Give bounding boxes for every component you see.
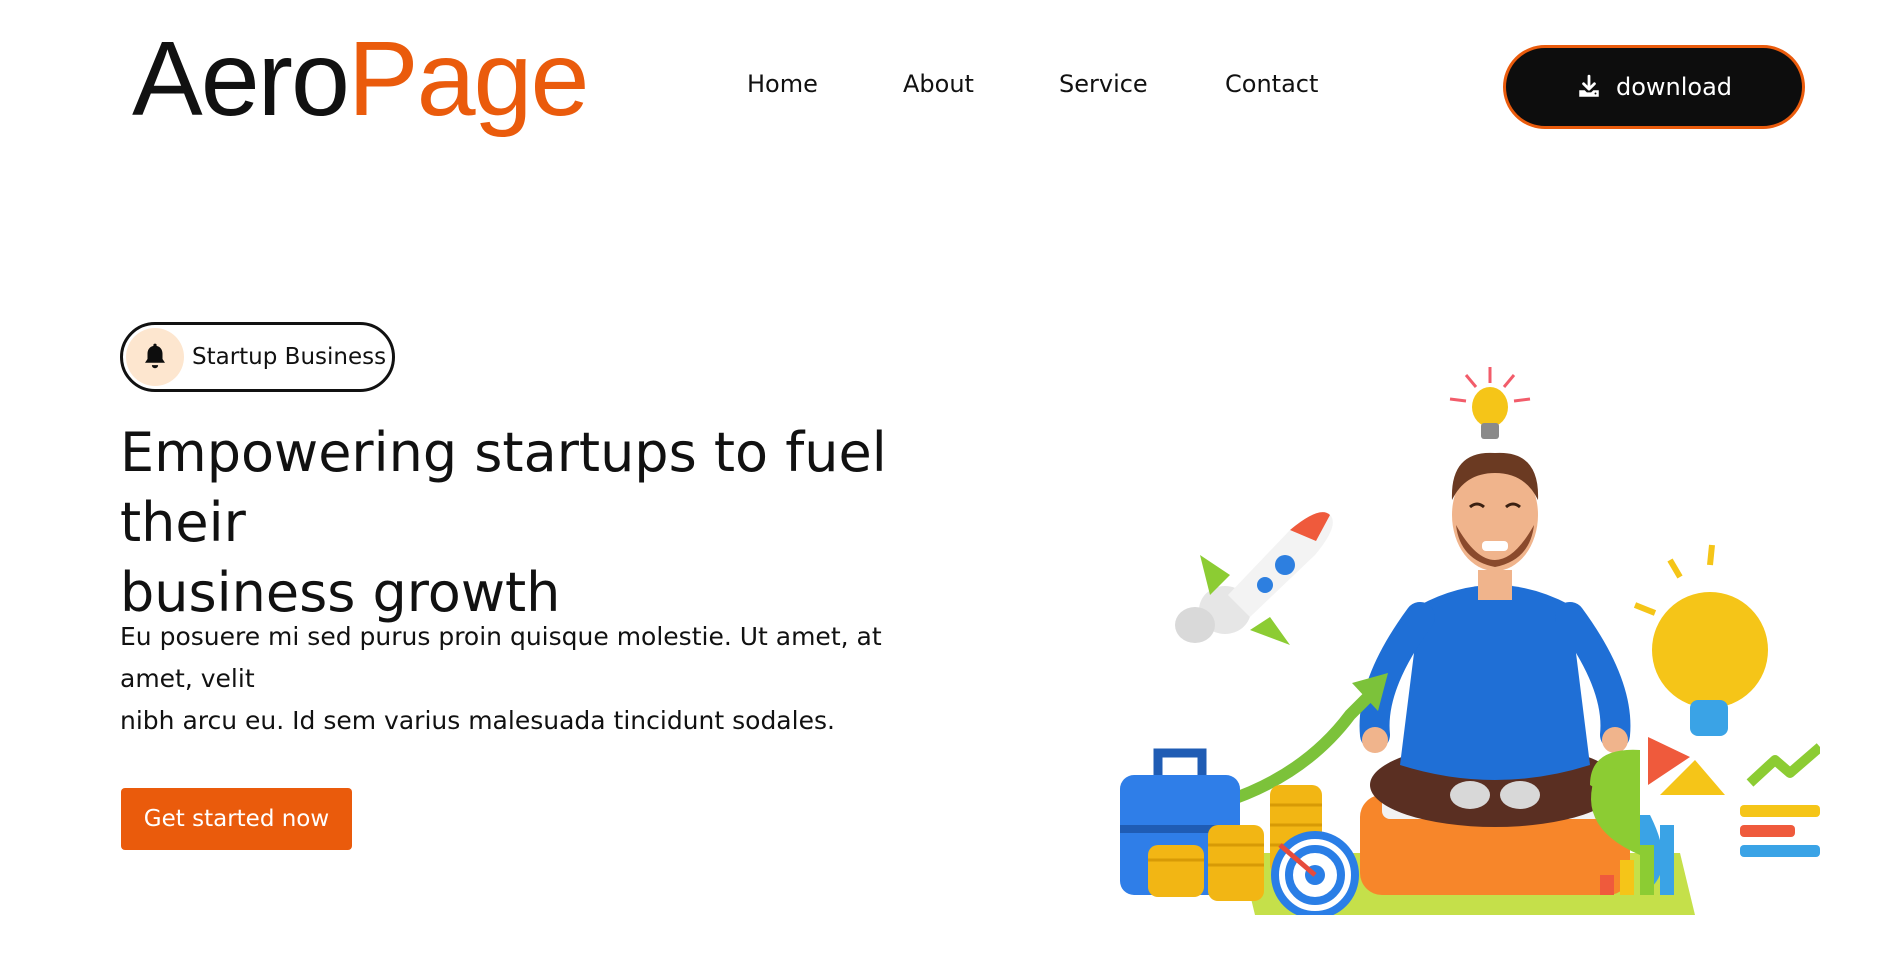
hero-illustration [1120, 367, 1820, 915]
nav-service[interactable]: Service [1059, 70, 1148, 98]
download-label: download [1615, 73, 1733, 101]
nav-contact[interactable]: Contact [1225, 70, 1318, 98]
hero-description-line-2: nibh arcu eu. Id sem varius malesuada ti… [120, 706, 835, 735]
hero-description: Eu posuere mi sed purus proin quisque mo… [120, 616, 950, 742]
badge-label: Startup Business [192, 344, 387, 370]
bell-icon [145, 343, 165, 369]
hero-description-line-1: Eu posuere mi sed purus proin quisque mo… [120, 622, 882, 693]
hero-title: Empowering startups to fuel their busine… [120, 418, 1020, 628]
target-icon [1271, 831, 1359, 915]
hero-title-line-2: business growth [120, 561, 561, 624]
badge-icon-wrap [126, 328, 184, 386]
lightbulb-small-icon [1449, 367, 1531, 439]
download-icon [1579, 74, 1599, 97]
lightbulb-large-icon [1633, 544, 1768, 736]
hero-title-line-1: Empowering startups to fuel their [120, 421, 887, 554]
nav-home[interactable]: Home [747, 70, 818, 98]
startup-badge: Startup Business [120, 322, 395, 392]
meditating-person [1359, 452, 1631, 827]
download-button[interactable]: download [1503, 45, 1805, 129]
rocket-icon [1175, 512, 1333, 645]
page: AeroPage Home About Service Contact down… [0, 0, 1903, 955]
nav-about[interactable]: About [903, 70, 974, 98]
get-started-button[interactable]: Get started now [121, 788, 352, 850]
